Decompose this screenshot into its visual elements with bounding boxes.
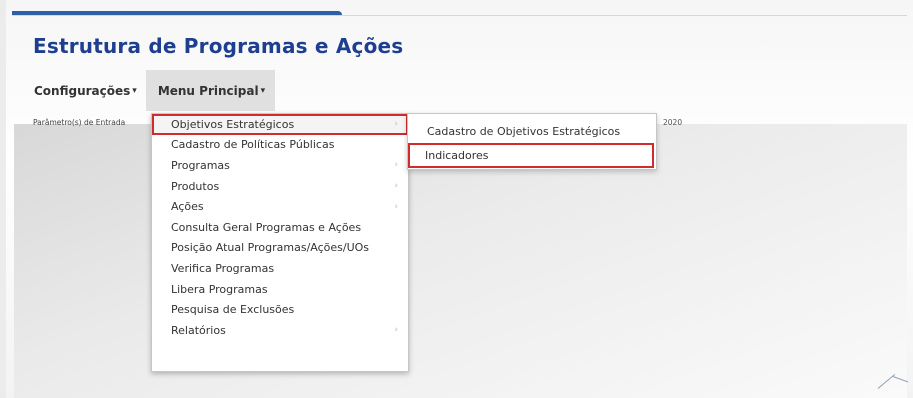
menu-item-programas[interactable]: Programas › [152, 155, 408, 176]
menu-item-label: Pesquisa de Exclusões [171, 303, 295, 317]
main-menubar: Configurações ▾ Menu Principal ▾ [25, 70, 276, 111]
menu-item-objetivos-estrategicos[interactable]: Objetivos Estratégicos › [152, 114, 408, 135]
menu-item-label: Produtos [171, 179, 220, 193]
objetivos-submenu: Cadastro de Objetivos Estratégicos Indic… [407, 113, 657, 170]
menu-item-cadastro-politicas-publicas[interactable]: Cadastro de Políticas Públicas [152, 135, 408, 156]
chevron-right-icon: › [394, 325, 398, 336]
menu-item-label: Consulta Geral Programas e Ações [171, 220, 362, 234]
menu-item-label: Cadastro de Políticas Públicas [171, 138, 335, 152]
menu-item-label: Posição Atual Programas/Ações/UOs [171, 241, 370, 255]
menu-principal[interactable]: Menu Principal ▾ [145, 70, 276, 111]
menu-item-acoes[interactable]: Ações › [152, 196, 408, 217]
menu-item-produtos[interactable]: Produtos › [152, 176, 408, 197]
menu-item-libera-programas[interactable]: Libera Programas [152, 279, 408, 300]
submenu-item-label: Indicadores [425, 149, 489, 162]
menu-item-label: Objetivos Estratégicos [171, 117, 295, 131]
main-menu-dropdown: Objetivos Estratégicos › Cadastro de Pol… [151, 113, 409, 372]
params-year: 2020 [663, 118, 683, 127]
menu-configuracoes[interactable]: Configurações ▾ [25, 70, 146, 111]
menu-item-label: Ações [171, 200, 204, 214]
menu-principal-label: Menu Principal [157, 83, 259, 98]
menu-item-label: Libera Programas [171, 282, 268, 296]
menu-item-label: Verifica Programas [171, 261, 275, 275]
menu-item-consulta-geral[interactable]: Consulta Geral Programas e Ações [152, 217, 408, 238]
submenu-item-label: Cadastro de Objetivos Estratégicos [427, 124, 621, 138]
menu-item-pesquisa-exclusoes[interactable]: Pesquisa de Exclusões [152, 299, 408, 320]
chevron-right-icon: › [394, 201, 398, 212]
caret-down-icon: ▾ [260, 85, 266, 96]
caret-down-icon: ▾ [132, 85, 137, 96]
submenu-item-cadastro-objetivos[interactable]: Cadastro de Objetivos Estratégicos [408, 121, 656, 141]
params-label: Parâmetro(s) de Entrada [33, 118, 126, 127]
menu-item-posicao-atual[interactable]: Posição Atual Programas/Ações/UOs [152, 238, 408, 259]
submenu-item-indicadores[interactable]: Indicadores [408, 143, 654, 168]
chevron-right-icon: › [394, 181, 398, 192]
chevron-right-icon: › [394, 119, 398, 130]
menu-item-label: Programas [171, 158, 230, 172]
chevron-right-icon: › [394, 160, 398, 171]
menu-item-verifica-programas[interactable]: Verifica Programas [152, 258, 408, 279]
menu-item-relatorios[interactable]: Relatórios › [152, 320, 408, 341]
page-title: Estrutura de Programas e Ações [33, 34, 404, 58]
header-divider [12, 15, 907, 16]
menu-configuracoes-label: Configurações [34, 83, 131, 98]
menu-item-label: Relatórios [171, 323, 226, 337]
